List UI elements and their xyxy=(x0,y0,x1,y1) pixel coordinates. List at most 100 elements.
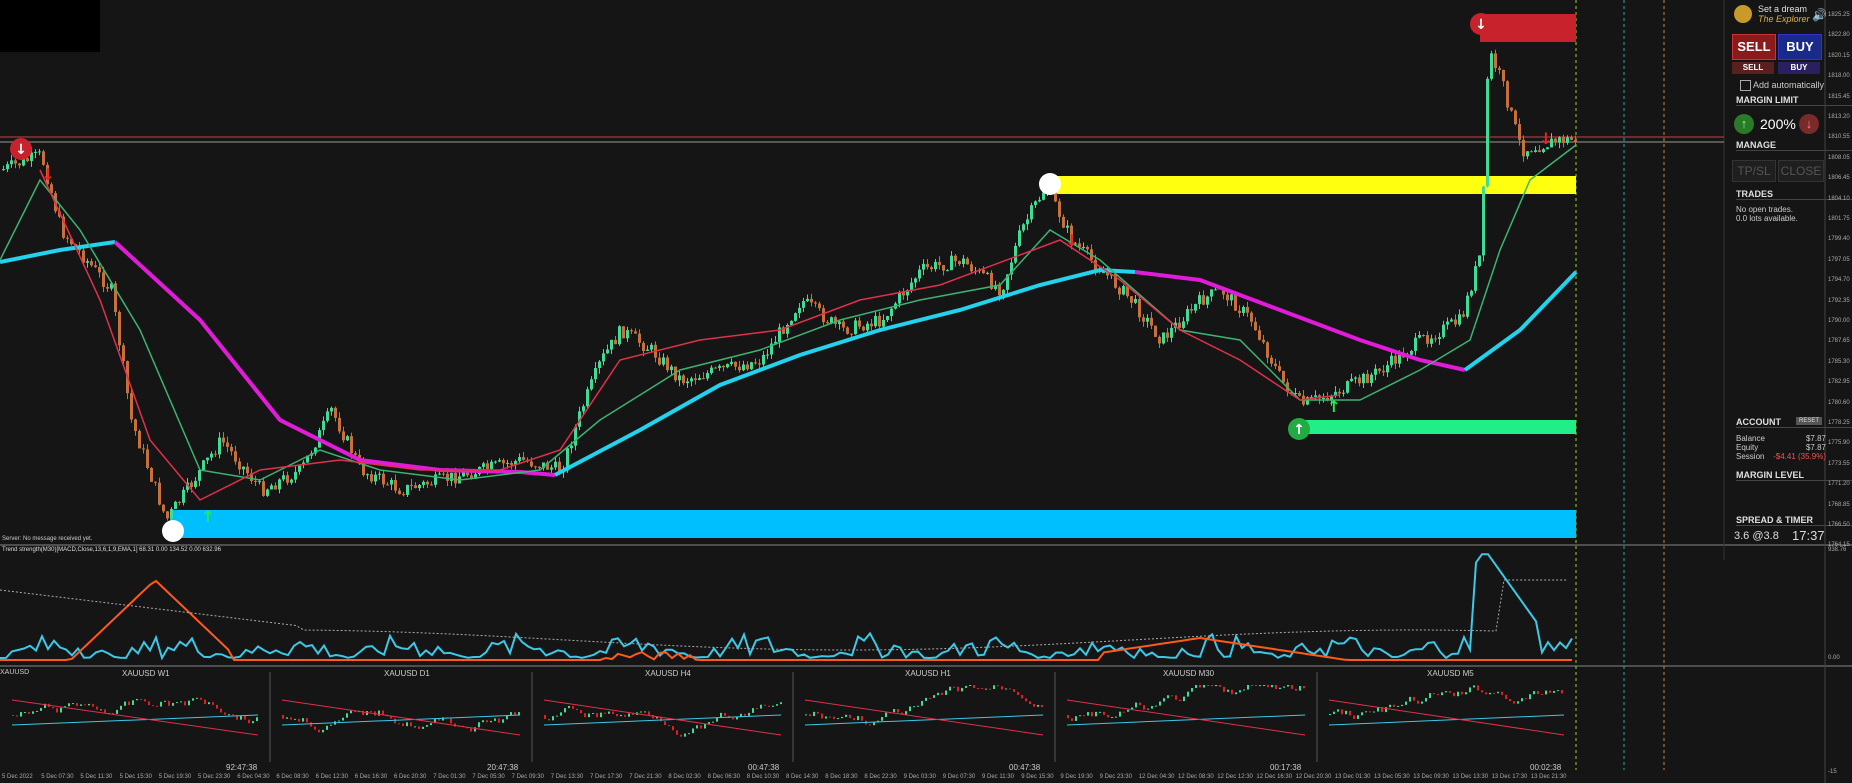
equity-value: $7.87 xyxy=(1805,443,1826,452)
mini-candle xyxy=(748,712,750,716)
mini-candle xyxy=(224,712,226,715)
mini-label-d1: XAUUSD D1 xyxy=(384,669,430,678)
ma-slow xyxy=(1463,270,1578,372)
candle-body xyxy=(1194,304,1197,311)
mini-candle xyxy=(100,709,102,711)
mini-time-h4: 00:47:38 xyxy=(748,763,780,772)
candle-body xyxy=(910,282,913,291)
time-axis-label: 9 Dec 15:30 xyxy=(1021,774,1054,780)
candle-body xyxy=(818,303,821,309)
candle-body xyxy=(210,453,213,458)
mini-candle xyxy=(140,698,142,700)
candle-body xyxy=(1414,337,1417,351)
mini-candle xyxy=(200,697,202,700)
mini-candle xyxy=(981,688,983,690)
mini-candle xyxy=(1549,690,1551,693)
mini-time-m5: 00:02:38 xyxy=(1530,763,1562,772)
trend-strength-line xyxy=(0,553,1573,661)
candle-body xyxy=(1386,365,1389,373)
mini-candle xyxy=(1369,711,1371,713)
mini-candle xyxy=(1243,689,1245,691)
mini-ma xyxy=(11,699,259,736)
mini-candle xyxy=(414,726,416,728)
candle-body xyxy=(1534,150,1537,152)
close-button[interactable]: CLOSE xyxy=(1778,160,1824,182)
candle-body xyxy=(586,389,589,407)
margin-down-icon[interactable]: ↓ xyxy=(1799,114,1819,134)
mini-candle xyxy=(1329,713,1331,715)
mini-candle xyxy=(600,712,602,718)
candle-body xyxy=(1150,317,1153,326)
candle-body xyxy=(534,466,537,468)
buy-button[interactable]: BUY xyxy=(1778,34,1822,60)
candle-body xyxy=(886,316,889,320)
mini-candle xyxy=(1525,698,1527,700)
candle-body xyxy=(922,263,925,270)
chart-canvas[interactable]: ↓ ↓ ↑ ↓ ↑ ↓ ↑ ↓ xyxy=(0,0,1852,783)
reset-button[interactable]: RESET xyxy=(1796,417,1822,425)
mini-candle xyxy=(184,701,186,706)
candle-body xyxy=(1530,151,1533,153)
sell-button[interactable]: SELL xyxy=(1732,34,1776,60)
sell-small-button[interactable]: SELL xyxy=(1732,62,1774,74)
candle-body xyxy=(1238,310,1241,313)
buy-small-button[interactable]: BUY xyxy=(1778,62,1820,74)
mini-candle xyxy=(716,717,718,722)
indicator-title: Trend strength(M30)[MACD,Close,13,6,1,9,… xyxy=(2,547,221,553)
mini-candle xyxy=(817,711,819,714)
candle-body xyxy=(1418,335,1421,338)
candle-body xyxy=(1442,324,1445,338)
time-axis-label: 7 Dec 01:30 xyxy=(433,774,466,780)
candle-body xyxy=(422,481,425,485)
tpsl-button[interactable]: TP/SL xyxy=(1732,160,1776,182)
mini-ma xyxy=(281,714,521,726)
candle-body xyxy=(814,302,817,304)
add-auto-checkbox[interactable] xyxy=(1740,80,1751,91)
price-axis-label: 1773.55 xyxy=(1828,460,1850,467)
main-chart[interactable]: ↓ ↓ ↑ ↓ ↑ ↓ ↑ ↓ xyxy=(0,0,1852,783)
time-axis-label: 13 Dec 05:30 xyxy=(1374,774,1410,780)
mini-candle xyxy=(933,695,935,698)
mini-candle xyxy=(973,685,975,689)
mini-candle xyxy=(568,705,570,709)
candle-body xyxy=(934,261,937,270)
logo-line1: Set a dream xyxy=(1758,4,1808,14)
candle-body xyxy=(626,330,629,339)
candle-body xyxy=(146,449,149,468)
time-axis-label: 13 Dec 17:30 xyxy=(1491,774,1528,780)
mini-candle xyxy=(84,704,86,706)
candle-body xyxy=(202,460,205,471)
candle-body xyxy=(190,482,193,487)
price-axis-label: 1810.55 xyxy=(1828,134,1850,141)
candle-body xyxy=(390,479,393,485)
mini-candle xyxy=(1333,711,1335,714)
mini-candle xyxy=(1517,701,1519,704)
mini-candle xyxy=(518,712,520,715)
mini-candle xyxy=(176,702,178,704)
candle-body xyxy=(1026,219,1029,225)
candle-body xyxy=(1162,332,1165,344)
mini-candle xyxy=(1421,701,1423,704)
margin-up-icon[interactable]: ↑ xyxy=(1734,114,1754,134)
candle-body xyxy=(246,466,249,474)
candle-body xyxy=(1434,338,1437,340)
price-axis-label: 1785.30 xyxy=(1828,358,1850,365)
mini-candle xyxy=(282,715,284,719)
candle-body xyxy=(1382,370,1385,373)
candle-body xyxy=(298,465,301,472)
candle-body xyxy=(354,453,357,455)
mini-candle xyxy=(20,712,22,717)
candle-body xyxy=(1562,137,1565,143)
candle-body xyxy=(1086,246,1089,250)
mini-candle xyxy=(640,711,642,713)
mini-candle xyxy=(869,724,871,726)
candle-body xyxy=(1466,295,1469,317)
candle-body xyxy=(454,472,457,484)
speaker-icon[interactable]: 🔊 xyxy=(1812,8,1827,22)
mini-candle xyxy=(556,715,558,717)
mini-candle xyxy=(1361,712,1363,716)
candle-body xyxy=(890,308,893,317)
mini-candle xyxy=(1509,698,1511,702)
mini-candle xyxy=(1413,696,1415,701)
candle-body xyxy=(238,461,241,470)
